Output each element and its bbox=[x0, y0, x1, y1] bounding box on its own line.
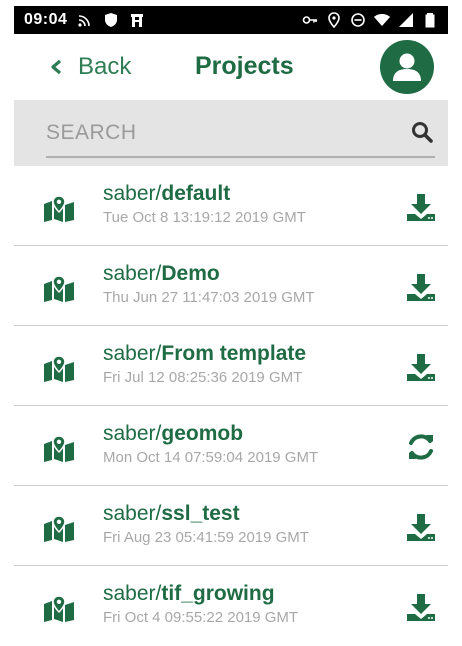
project-date: Thu Jun 27 11:47:03 2019 GMT bbox=[103, 289, 315, 306]
project-name: Demo bbox=[161, 262, 220, 285]
project-name: geomob bbox=[161, 422, 244, 445]
search-icon[interactable] bbox=[410, 120, 434, 144]
status-bar: 09:04 bbox=[14, 6, 448, 34]
project-date: Mon Oct 14 07:59:04 2019 GMT bbox=[103, 449, 319, 466]
sync-icon[interactable] bbox=[406, 432, 436, 462]
project-row-2[interactable]: saber/From template Fri Jul 12 08:25:36 … bbox=[14, 326, 448, 406]
signal-icon bbox=[398, 12, 414, 28]
location-icon bbox=[326, 12, 342, 28]
project-name: From template bbox=[161, 342, 307, 365]
project-owner: saber/ bbox=[103, 422, 162, 445]
search-input[interactable] bbox=[46, 120, 346, 146]
project-date: Fri Jul 12 08:25:36 2019 GMT bbox=[103, 369, 303, 386]
map-marker-icon bbox=[44, 196, 74, 222]
project-owner: saber/ bbox=[103, 502, 162, 525]
download-icon[interactable] bbox=[406, 512, 436, 542]
map-marker-icon bbox=[44, 276, 74, 302]
back-button[interactable]: Back bbox=[48, 53, 131, 81]
project-title: saber/default bbox=[103, 182, 230, 206]
shield-icon bbox=[103, 12, 119, 28]
key-icon bbox=[302, 12, 318, 28]
project-title: saber/ssl_test bbox=[103, 502, 240, 526]
project-title: saber/From template bbox=[103, 342, 306, 366]
status-time: 09:04 bbox=[24, 11, 68, 28]
search-bar bbox=[14, 100, 448, 166]
map-marker-icon bbox=[44, 436, 74, 462]
dnd-icon bbox=[350, 12, 366, 28]
project-title: saber/Demo bbox=[103, 262, 220, 286]
project-title: saber/geomob bbox=[103, 422, 243, 446]
status-right-icons bbox=[302, 12, 438, 28]
status-left-icons bbox=[77, 12, 145, 28]
download-icon[interactable] bbox=[406, 592, 436, 622]
project-date: Tue Oct 8 13:19:12 2019 GMT bbox=[103, 209, 306, 226]
page-title: Projects bbox=[195, 52, 294, 80]
project-row-1[interactable]: saber/Demo Thu Jun 27 11:47:03 2019 GMT bbox=[14, 246, 448, 326]
project-date: Fri Oct 4 09:55:22 2019 GMT bbox=[103, 609, 299, 626]
project-owner: saber/ bbox=[103, 182, 162, 205]
back-label: Back bbox=[78, 53, 132, 80]
project-row-4[interactable]: saber/ssl_test Fri Aug 23 05:41:59 2019 … bbox=[14, 486, 448, 566]
project-row-0[interactable]: saber/default Tue Oct 8 13:19:12 2019 GM… bbox=[14, 166, 448, 246]
app-header: Back Projects bbox=[14, 34, 448, 100]
battery-icon bbox=[422, 12, 438, 28]
download-icon[interactable] bbox=[406, 272, 436, 302]
project-date: Fri Aug 23 05:41:59 2019 GMT bbox=[103, 529, 309, 546]
project-row-5[interactable]: saber/tif_growing Fri Oct 4 09:55:22 201… bbox=[14, 566, 448, 646]
cast-icon bbox=[77, 12, 93, 28]
search-underline bbox=[46, 156, 435, 158]
project-row-3[interactable]: saber/geomob Mon Oct 14 07:59:04 2019 GM… bbox=[14, 406, 448, 486]
project-name: default bbox=[161, 182, 231, 205]
project-owner: saber/ bbox=[103, 582, 162, 605]
user-icon bbox=[390, 50, 424, 84]
map-marker-icon bbox=[44, 356, 74, 382]
project-list: saber/default Tue Oct 8 13:19:12 2019 GM… bbox=[14, 166, 448, 646]
map-marker-icon bbox=[44, 516, 74, 542]
chevron-left-icon bbox=[48, 59, 64, 75]
wifi-icon bbox=[374, 12, 390, 28]
project-name: tif_growing bbox=[161, 582, 275, 605]
project-name: ssl_test bbox=[161, 502, 240, 525]
project-title: saber/tif_growing bbox=[103, 582, 275, 606]
project-owner: saber/ bbox=[103, 262, 162, 285]
download-icon[interactable] bbox=[406, 352, 436, 382]
tower-icon bbox=[129, 12, 145, 28]
download-icon[interactable] bbox=[406, 192, 436, 222]
avatar[interactable] bbox=[380, 40, 434, 94]
map-marker-icon bbox=[44, 596, 74, 622]
project-owner: saber/ bbox=[103, 342, 162, 365]
